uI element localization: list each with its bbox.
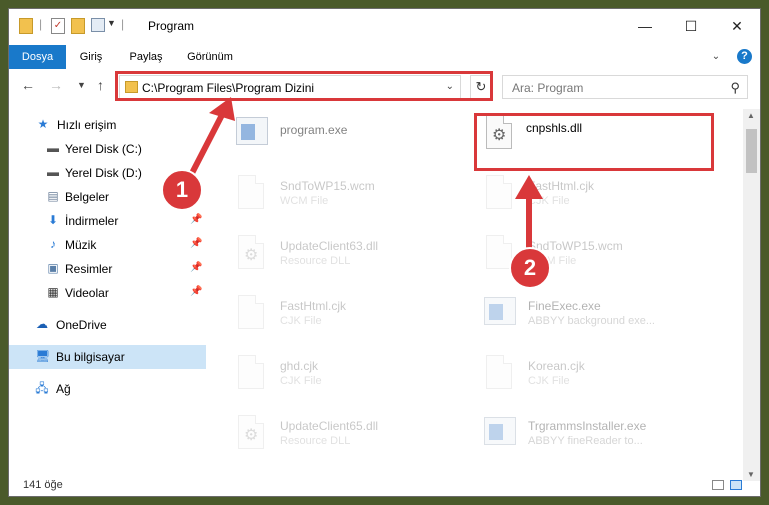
annotation-arrows [186,97,543,259]
arrow-1-shaft [186,111,226,181]
callout-2: 2 [509,247,551,289]
callout-1: 1 [161,169,203,211]
explorer-window: | ✓ ▼ | Program — ☐ ✕ Dosya Giriş Paylaş… [8,8,761,497]
arrow-2-head [515,175,543,199]
